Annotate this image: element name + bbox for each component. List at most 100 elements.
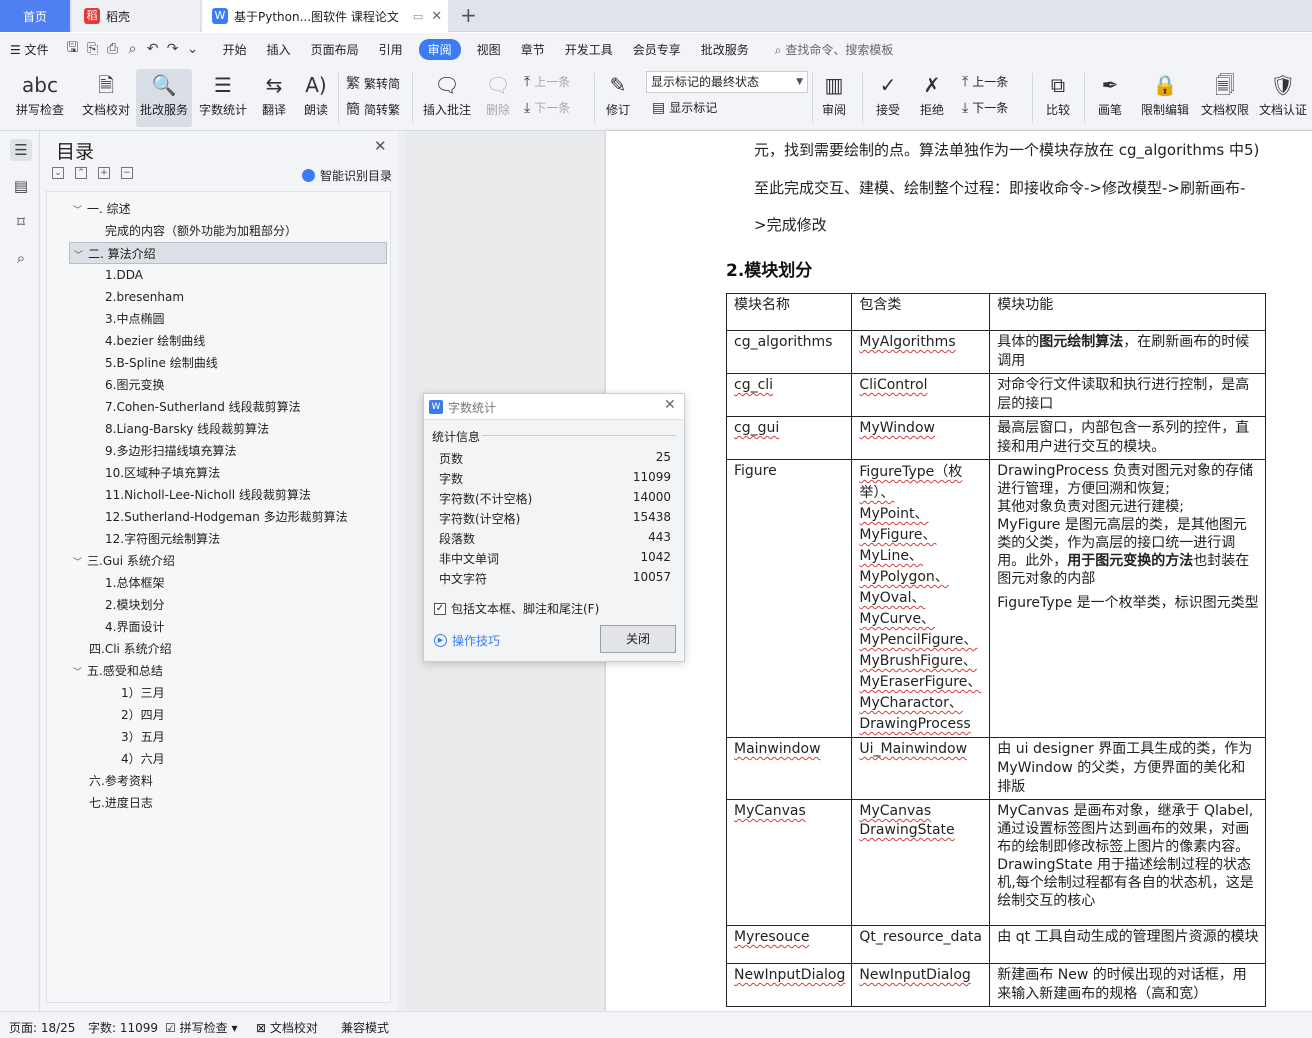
toc-item[interactable]: 1）三月 <box>121 682 165 704</box>
add-heading-icon[interactable]: + <box>98 167 110 179</box>
doc-certify-button[interactable]: 🛡 文档认证 <box>1256 69 1310 118</box>
menu-section[interactable]: 章节 <box>511 41 555 58</box>
remove-heading-icon[interactable]: − <box>121 167 133 179</box>
doc-proofread-button[interactable]: 🗎 文档校对 <box>78 69 134 118</box>
chevron-down-icon[interactable]: ﹀ <box>74 245 88 267</box>
toc-item[interactable]: 8.Liang-Barsky 线段裁剪算法 <box>105 418 269 440</box>
command-search[interactable]: ⌕ 查找命令、搜索模板 <box>775 41 894 58</box>
toc-item[interactable]: 2）四月 <box>121 704 165 726</box>
prev-comment-button[interactable]: ⤒ 上一条 <box>524 73 570 90</box>
toc-scrollbar[interactable] <box>398 131 406 1011</box>
redo-icon[interactable]: ↷ <box>163 41 183 57</box>
toc-item[interactable]: 六.参考资料 <box>89 770 153 792</box>
toc-item[interactable]: 12.字符图元绘制算法 <box>105 528 220 550</box>
spell-check-status[interactable]: ☑ 拼写检查 ▾ <box>165 1019 237 1036</box>
toc-item[interactable]: 11.Nicholl-Lee-Nicholl 线段裁剪算法 <box>105 484 311 506</box>
trad-to-simp-button[interactable]: 繁繁转简 <box>346 73 400 93</box>
menu-correction[interactable]: 批改服务 <box>691 41 759 58</box>
toc-item-selected[interactable]: ﹀ 二. 算法介绍 <box>69 242 387 264</box>
chapter-nav-icon[interactable]: ▤ <box>10 175 32 197</box>
markup-state-select[interactable]: 显示标记的最终状态 ▼ <box>646 71 808 93</box>
menu-member[interactable]: 会员专享 <box>623 41 691 58</box>
track-changes-button[interactable]: ✎ 修订 <box>600 69 636 118</box>
toc-item[interactable]: 1.DDA <box>105 264 143 286</box>
new-tab-icon[interactable]: + <box>460 3 477 27</box>
toc-item[interactable]: 5.B-Spline 绘制曲线 <box>105 352 218 374</box>
toc-item[interactable]: 4.bezier 绘制曲线 <box>105 330 205 352</box>
save-icon[interactable]: 🖫 <box>63 37 83 61</box>
dialog-titlebar[interactable]: W 字数统计 ✕ <box>424 394 684 420</box>
compare-button[interactable]: ⧉ 比较 <box>1040 69 1076 118</box>
toc-item[interactable]: ﹀ 一. 综述 <box>73 198 131 220</box>
export-icon[interactable]: ⎘ <box>83 41 103 57</box>
menu-devtools[interactable]: 开发工具 <box>555 41 623 58</box>
file-menu[interactable]: ☰ 文件 <box>0 41 59 58</box>
more-icon[interactable]: ⌄ <box>183 41 203 57</box>
toc-item[interactable]: 2.模块划分 <box>105 594 164 616</box>
toc-item[interactable]: 3）五月 <box>121 726 165 748</box>
document-page[interactable]: 元，找到需要绘制的点。算法单独作为一个模块存放在 cg_algorithms 中… <box>606 131 1312 1011</box>
next-comment-button[interactable]: ⤓ 下一条 <box>524 99 570 116</box>
checkbox-checked-icon[interactable]: ✓ <box>434 602 446 615</box>
toc-item[interactable]: 10.区域种子填充算法 <box>105 462 220 484</box>
menu-layout[interactable]: 页面布局 <box>301 41 369 58</box>
preview-icon[interactable]: ⌕ <box>123 41 143 57</box>
close-button[interactable]: 关闭 <box>600 625 676 653</box>
tab-daoke[interactable]: 稻稻壳 <box>72 0 200 32</box>
window-icon[interactable]: ▭ <box>413 10 423 23</box>
toc-item[interactable]: 12.Sutherland-Hodgeman 多边形裁剪算法 <box>105 506 348 528</box>
proofread-status[interactable]: ⊠ 文档校对 <box>256 1019 318 1036</box>
insert-comment-button[interactable]: 🗨 插入批注 <box>420 69 474 118</box>
toc-item[interactable]: 完成的内容（额外功能为加粗部分） <box>105 220 297 242</box>
delete-comment-button[interactable]: 🗨 删除 <box>480 69 516 118</box>
menu-start[interactable]: 开始 <box>213 41 257 58</box>
menu-view[interactable]: 视图 <box>467 41 511 58</box>
review-service-button[interactable]: 🔍 批改服务 <box>136 69 192 127</box>
close-icon[interactable]: ✕ <box>374 137 387 155</box>
close-tab-icon[interactable]: ✕ <box>431 9 442 24</box>
spell-check-button[interactable]: abc 拼写检查 <box>10 69 70 118</box>
print-icon[interactable]: ⎙ <box>103 41 123 57</box>
tips-link[interactable]: ▶ 操作技巧 <box>434 632 500 649</box>
menu-review[interactable]: 审阅 <box>418 38 461 60</box>
word-count-indicator[interactable]: 字数: 11099 <box>88 1019 158 1036</box>
menu-reference[interactable]: 引用 <box>369 41 413 58</box>
restrict-edit-button[interactable]: 🔒 限制编辑 <box>1138 69 1192 118</box>
include-textbox-checkbox[interactable]: ✓ 包括文本框、脚注和尾注(F) <box>434 600 599 617</box>
toc-item[interactable]: 四.Cli 系统介绍 <box>89 638 172 660</box>
chevron-down-icon[interactable]: ﹀ <box>73 662 87 684</box>
toc-item[interactable]: 七.进度日志 <box>89 792 153 814</box>
toc-item[interactable]: ﹀ 五.感受和总结 <box>73 660 163 682</box>
show-markup-button[interactable]: ▤ 显示标记 <box>652 99 717 116</box>
toc-item[interactable]: 3.中点椭圆 <box>105 308 164 330</box>
toc-item[interactable]: 7.Cohen-Sutherland 线段裁剪算法 <box>105 396 301 418</box>
prev-change-button[interactable]: ⤒ 上一条 <box>962 73 1008 90</box>
simp-to-trad-button[interactable]: 簡简转繁 <box>346 99 400 119</box>
collapse-all-icon[interactable]: ⌄ <box>52 167 64 179</box>
undo-icon[interactable]: ↶ <box>143 41 163 57</box>
doc-permission-button[interactable]: 🗐 文档权限 <box>1198 69 1252 118</box>
tab-home[interactable]: 首页 <box>0 0 70 32</box>
find-icon[interactable]: ⌕ <box>10 247 32 269</box>
next-change-button[interactable]: ⤓ 下一条 <box>962 99 1008 116</box>
toc-icon[interactable]: ☰ <box>10 139 32 161</box>
toc-item[interactable]: 4）六月 <box>121 748 165 770</box>
close-icon[interactable]: ✕ <box>664 397 676 413</box>
read-aloud-button[interactable]: A) 朗读 <box>298 69 334 118</box>
translate-button[interactable]: ⇆ 翻译 <box>254 69 294 118</box>
menu-insert[interactable]: 插入 <box>257 41 301 58</box>
toc-item[interactable]: 6.图元变换 <box>105 374 164 396</box>
chevron-down-icon[interactable]: ﹀ <box>73 200 87 222</box>
toc-item[interactable]: 1.总体框架 <box>105 572 164 594</box>
reject-button[interactable]: ✗ 拒绝 <box>914 69 950 118</box>
page-indicator[interactable]: 页面: 18/25 <box>9 1019 75 1036</box>
bookmark-icon[interactable]: ⌑ <box>10 211 32 233</box>
pen-button[interactable]: ✒ 画笔 <box>1092 69 1128 118</box>
review-pane-button[interactable]: ▥ 审阅 <box>816 69 852 118</box>
toc-item[interactable]: ﹀ 三.Gui 系统介绍 <box>73 550 175 572</box>
chevron-down-icon[interactable]: ﹀ <box>73 552 87 574</box>
smart-toc-button[interactable]: 智能识别目录 <box>302 167 392 184</box>
word-count-button[interactable]: ☰ 字数统计 <box>196 69 250 118</box>
accept-button[interactable]: ✓ 接受 <box>870 69 906 118</box>
tab-document[interactable]: W 基于Python...图软件 课程论文 ▭ ✕ <box>202 0 448 32</box>
